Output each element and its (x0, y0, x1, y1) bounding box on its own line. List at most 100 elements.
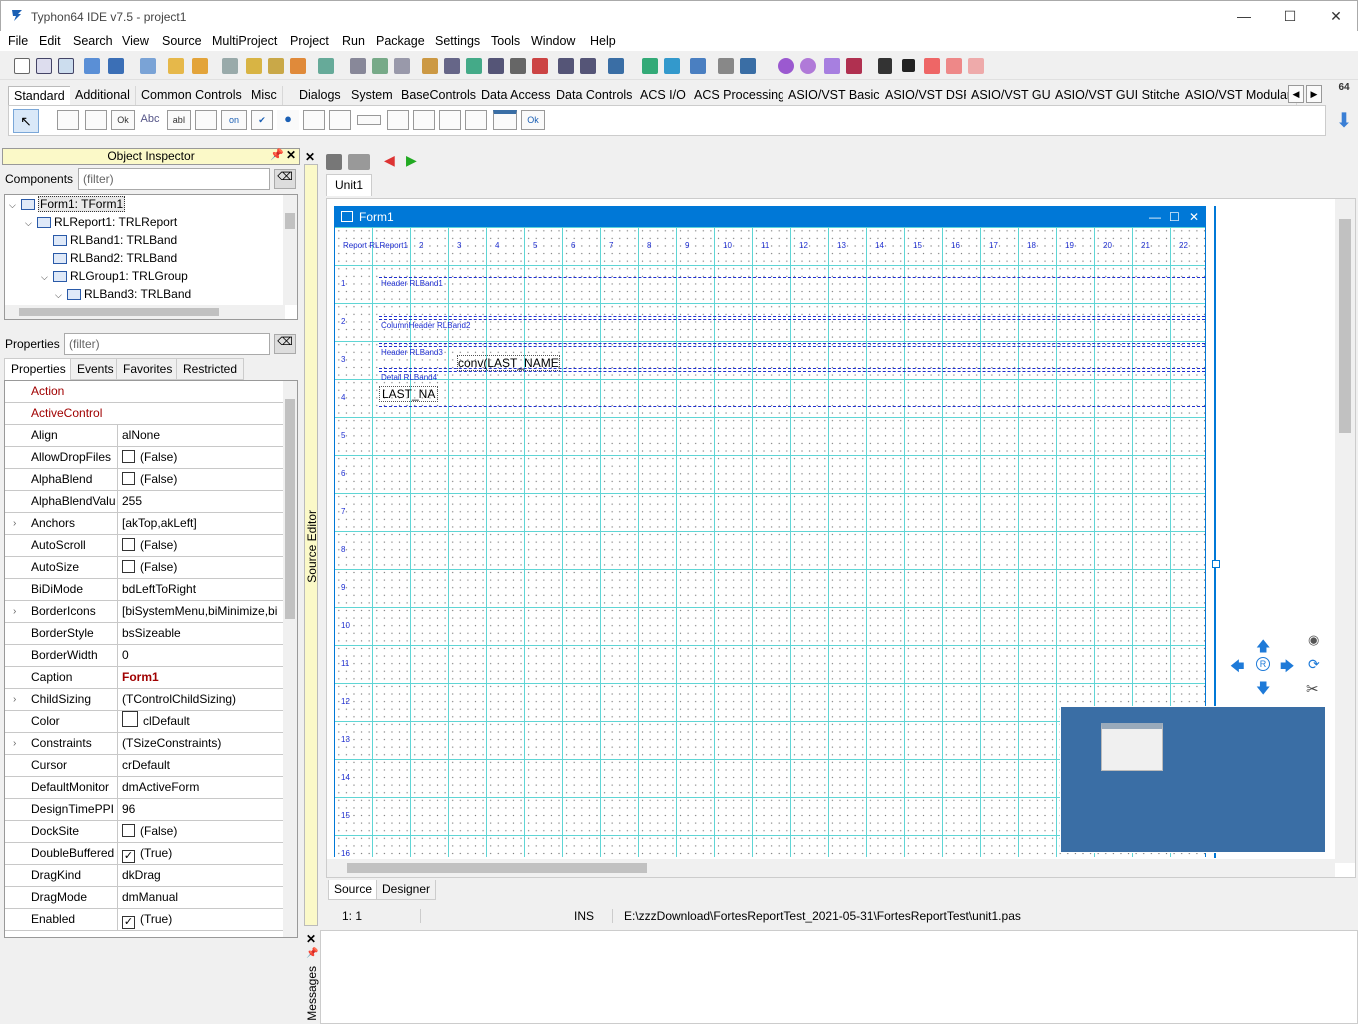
explorer-icon[interactable] (466, 58, 482, 74)
eye-icon[interactable]: ◉ (1308, 632, 1319, 648)
step-over-icon[interactable] (946, 58, 962, 74)
band-columnheader-rlband2[interactable]: ColumnHeader RLBand2 (379, 319, 1205, 344)
tree-item-form1[interactable]: ⌵ Form1: TForm1 (5, 195, 297, 213)
nav-reset-icon[interactable]: R (1256, 657, 1270, 671)
view-forms-icon[interactable] (394, 58, 410, 74)
open-project-icon[interactable] (246, 58, 262, 74)
property-row[interactable]: DefaultMonitor dmActiveForm (5, 777, 297, 799)
view-units-icon[interactable] (372, 58, 388, 74)
designer-minimap[interactable] (1060, 706, 1326, 853)
run-params-icon[interactable] (846, 58, 862, 74)
minimize-button[interactable]: — (1221, 1, 1267, 32)
property-value[interactable]: 0 (117, 645, 281, 666)
palette-tab-additional[interactable]: Additional (70, 86, 136, 106)
property-row[interactable]: Action (5, 381, 297, 403)
property-checkbox[interactable]: ✓ (122, 916, 135, 929)
property-value[interactable]: (False) (117, 821, 281, 842)
property-value[interactable]: crDefault (117, 755, 281, 776)
tactionlist-icon[interactable]: Ok (521, 110, 545, 130)
tools-icon[interactable] (718, 58, 734, 74)
messages-list[interactable] (320, 930, 1358, 1024)
property-row[interactable]: Caption Form1 (5, 667, 297, 689)
property-value[interactable]: ✓ (True) (117, 843, 281, 864)
expand-chevron-icon[interactable]: › (13, 601, 16, 622)
layers-icon[interactable] (690, 58, 706, 74)
nav-down-icon[interactable]: 🡇 (1256, 678, 1270, 702)
tree-hscrollbar[interactable] (5, 305, 285, 319)
property-checkbox[interactable] (122, 824, 135, 837)
property-row[interactable]: Cursor crDefault (5, 755, 297, 777)
property-grid-scrollbar[interactable] (283, 381, 297, 937)
palette-tab-asio-vst-dsp[interactable]: ASIO/VST DSP (880, 86, 978, 106)
new-form-icon[interactable] (36, 58, 52, 74)
property-row[interactable]: BorderStyle bsSizeable (5, 623, 297, 645)
property-value[interactable]: (False) (117, 447, 281, 468)
property-row[interactable]: AutoSize (False) (5, 557, 297, 579)
close-file-icon[interactable] (222, 58, 238, 74)
property-row[interactable]: Align alNone (5, 425, 297, 447)
refresh-icon[interactable]: ⟳ (1308, 656, 1320, 673)
tlabel-icon[interactable]: Abc (139, 110, 161, 130)
property-value[interactable]: [akTop,akLeft] (117, 513, 281, 534)
tcheckgroup-icon[interactable] (439, 110, 461, 130)
pointer-tool-icon[interactable]: ↖ (13, 109, 39, 133)
property-value[interactable]: (False) (117, 469, 281, 490)
menu-settings[interactable]: Settings (435, 34, 480, 48)
tframe-icon[interactable] (493, 110, 517, 130)
components-filter-input[interactable]: (filter) (78, 168, 270, 190)
band-header-rlband3[interactable]: Header RLBand3 conv(LAST_NAME (379, 346, 1205, 371)
find-icon[interactable] (444, 58, 460, 74)
property-value[interactable]: (TSizeConstraints) (117, 733, 281, 754)
tree-item-rlreport1[interactable]: ⌵ RLReport1: TRLReport (5, 213, 297, 231)
designer-vscrollbar[interactable] (1335, 199, 1355, 863)
palette-tab-common-controls[interactable]: Common Controls (136, 86, 248, 106)
property-value[interactable]: clDefault (117, 711, 281, 732)
run-icon[interactable] (824, 58, 840, 74)
property-value[interactable]: (False) (117, 557, 281, 578)
menu-package[interactable]: Package (376, 34, 425, 48)
maximize-button[interactable]: ☐ (1267, 1, 1313, 32)
tab-restricted[interactable]: Restricted (176, 358, 245, 380)
property-checkbox[interactable] (122, 450, 135, 463)
stop-icon[interactable] (902, 59, 915, 72)
menu-project[interactable]: Project (290, 34, 329, 48)
tcheckbox-icon[interactable]: ✔ (251, 110, 273, 130)
property-value[interactable]: 255 (117, 491, 281, 512)
property-value[interactable]: dmActiveForm (117, 777, 281, 798)
property-row[interactable]: AutoScroll (False) (5, 535, 297, 557)
form-resize-handle[interactable] (1212, 560, 1220, 568)
tree-vscrollbar[interactable] (283, 195, 297, 305)
tradiobutton-icon[interactable]: ● (277, 110, 299, 130)
minimap-viewport[interactable] (1101, 723, 1163, 771)
tradiogroup-icon[interactable] (413, 110, 435, 130)
property-row[interactable]: Color clDefault (5, 711, 297, 733)
palette-tab-asio-vst-gui[interactable]: ASIO/VST GUI (966, 86, 1061, 106)
expand-chevron-icon[interactable]: › (13, 689, 16, 710)
pause-icon[interactable] (878, 58, 892, 74)
property-checkbox[interactable] (122, 560, 135, 573)
tedit-icon[interactable]: abI (167, 110, 191, 130)
step-into-icon[interactable] (924, 58, 940, 74)
build-all-icon[interactable] (580, 58, 596, 74)
palette-tab-system[interactable]: System (346, 86, 399, 106)
rl-dbtext-lastname[interactable]: LAST_NA (379, 386, 439, 402)
inspector-icon[interactable] (422, 58, 438, 74)
tmainmenu-icon[interactable] (57, 110, 79, 130)
add-to-project-icon[interactable] (318, 58, 334, 74)
nav-left-icon[interactable]: 🡄 (1230, 656, 1244, 680)
windows-icon[interactable] (488, 58, 504, 74)
property-row[interactable]: DockSite (False) (5, 821, 297, 843)
property-value[interactable]: Form1 (117, 667, 281, 688)
tab-source[interactable]: Source (328, 880, 379, 900)
property-row[interactable]: ActiveControl (5, 403, 297, 425)
property-row[interactable]: › Constraints (TSizeConstraints) (5, 733, 297, 755)
toggle-form-icon[interactable] (350, 58, 366, 74)
property-value[interactable]: [biSystemMenu,biMinimize,bi (117, 601, 281, 622)
palette-tab-standard[interactable]: Standard (8, 86, 71, 106)
palette-tab-data-controls[interactable]: Data Controls (551, 86, 639, 106)
palette-tab-asio-vst-modular[interactable]: ASIO/VST Modular (1180, 86, 1298, 106)
palette-tab-misc[interactable]: Misc (246, 86, 283, 106)
menu-window[interactable]: Window (531, 34, 575, 48)
nav-right-icon[interactable]: 🡆 (1280, 656, 1294, 680)
property-checkbox[interactable] (122, 472, 135, 485)
